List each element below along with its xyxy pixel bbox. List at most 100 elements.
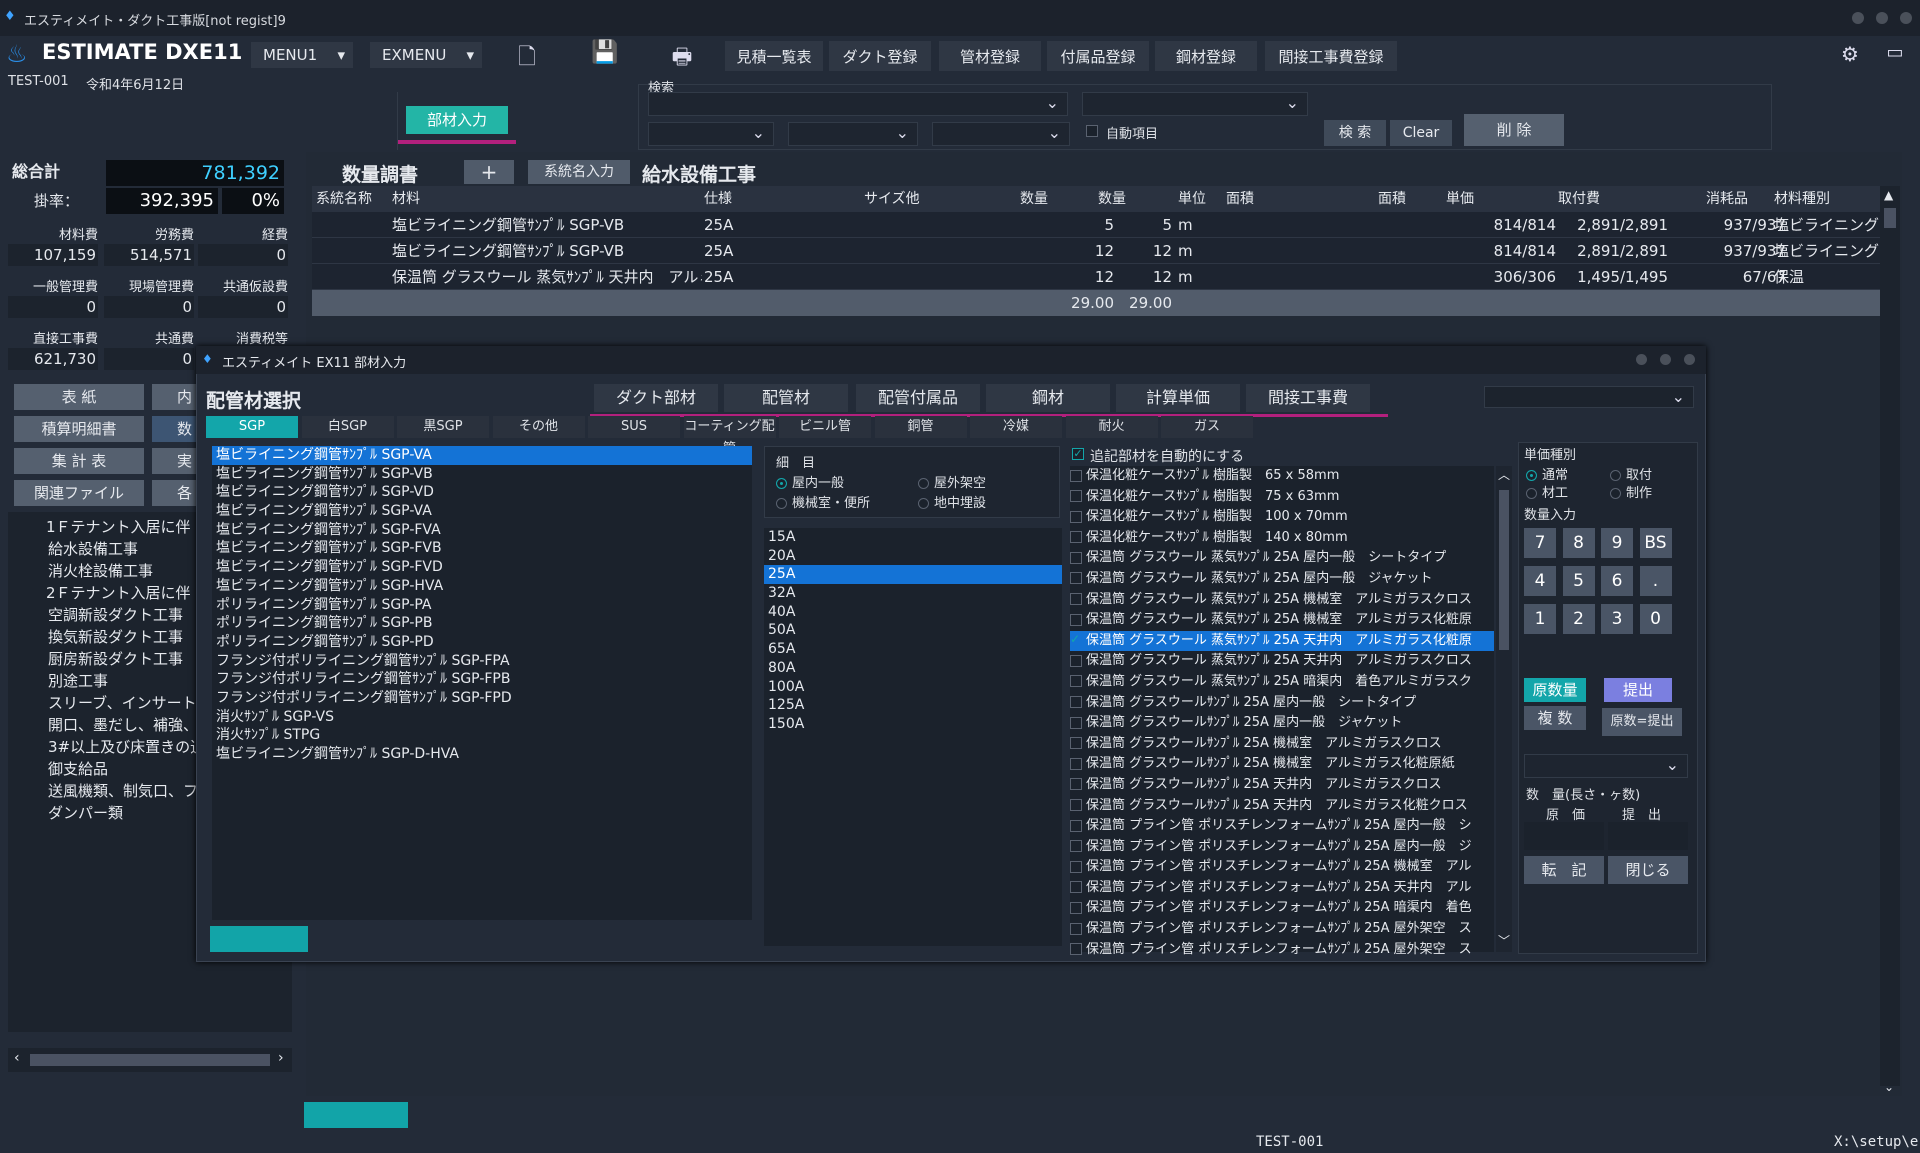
dialog-maximize-button[interactable] — [1660, 354, 1671, 365]
orig-qty-input[interactable] — [1524, 822, 1604, 850]
buhin-input-button[interactable]: 部材入力 — [406, 106, 508, 134]
material-item[interactable]: 塩ビライニング鋼管ｻﾝﾌﾟﾙ SGP-VD — [212, 483, 752, 502]
column-header[interactable]: 取付費 — [1558, 186, 1668, 212]
accessory-checkbox[interactable] — [1070, 551, 1082, 564]
detail-radio-indoor[interactable] — [776, 478, 787, 489]
keypad-key[interactable]: 2 — [1562, 604, 1595, 634]
maximize-button[interactable] — [1876, 12, 1888, 24]
accessory-checkbox[interactable] — [1070, 943, 1082, 956]
price-radio-normal[interactable] — [1526, 470, 1537, 481]
material-item[interactable]: 塩ビライニング鋼管ｻﾝﾌﾟﾙ SGP-VA — [212, 446, 752, 465]
scroll-down-icon[interactable]: ⌄ — [1884, 1080, 1894, 1094]
accessory-checkbox[interactable]: ✓ — [1070, 633, 1082, 646]
pipe-subtab[interactable]: SGP — [206, 416, 298, 438]
accessory-item[interactable]: 保温筒 グラスウールｻﾝﾌﾟﾙ 25A 機械室 アルミガラス化粧原紙 — [1070, 754, 1494, 775]
scroll-left-icon[interactable]: ‹ — [14, 1050, 20, 1066]
search-field-1[interactable] — [648, 92, 1068, 116]
accessory-checkbox[interactable] — [1070, 901, 1082, 914]
save-icon[interactable]: 💾 — [590, 40, 620, 65]
search-button[interactable]: 検 索 — [1324, 120, 1386, 146]
pipe-subtab[interactable]: ビニル管 — [779, 416, 871, 438]
close-dialog-button[interactable]: 閉じる — [1608, 856, 1688, 884]
material-item[interactable]: 塩ビライニング鋼管ｻﾝﾌﾟﾙ SGP-D-HVA — [212, 745, 752, 764]
accessory-item[interactable]: 保温筒 プライン管 ポリスチレンフォームｻﾝﾌﾟﾙ 25A 暗渠内 着色 — [1070, 898, 1494, 919]
material-item[interactable]: 塩ビライニング鋼管ｻﾝﾌﾟﾙ SGP-FVA — [212, 521, 752, 540]
tree-item[interactable]: 1Ｆテナント入居に伴 — [28, 516, 198, 538]
side-button-secondary[interactable]: 数 — [152, 416, 196, 442]
accessory-checkbox[interactable] — [1070, 778, 1082, 791]
size-item[interactable]: 125A — [764, 696, 1062, 715]
accessory-checkbox[interactable] — [1070, 654, 1082, 667]
keypad-key[interactable]: 0 — [1639, 604, 1672, 634]
scroll-right-icon[interactable]: › — [278, 1050, 284, 1066]
accessory-checkbox[interactable] — [1070, 881, 1082, 894]
accessory-checkbox[interactable] — [1070, 510, 1082, 523]
tree-item[interactable]: 給水設備工事 — [28, 538, 198, 560]
accessory-checkbox[interactable] — [1070, 572, 1082, 585]
accessory-vscroll[interactable]: ︿ ﹀ — [1496, 466, 1512, 952]
accessory-item[interactable]: 保温化粧ケースｻﾝﾌﾟﾙ 樹脂製 65 x 58mm — [1070, 466, 1494, 487]
tree-hscroll[interactable]: ‹ › — [8, 1048, 292, 1072]
column-header[interactable]: 仕様 — [704, 186, 862, 212]
search-field-2[interactable] — [1082, 92, 1308, 116]
column-header[interactable]: 単位 — [1178, 186, 1224, 212]
dialog-tab[interactable]: 間接工事費 — [1246, 384, 1370, 412]
keypad-key[interactable]: . — [1639, 566, 1672, 596]
size-item[interactable]: 25A — [764, 565, 1062, 585]
new-file-icon[interactable]: 🗋 — [512, 40, 542, 78]
accessory-item[interactable]: 保温筒 プライン管 ポリスチレンフォームｻﾝﾌﾟﾙ 25A 屋内一般 ジ — [1070, 837, 1494, 858]
size-item[interactable]: 40A — [764, 603, 1062, 622]
delete-button[interactable]: 削 除 — [1464, 114, 1564, 146]
genryo-equals-button[interactable]: 原数=提出 — [1602, 708, 1682, 736]
price-radio-install[interactable] — [1610, 470, 1621, 481]
search-field-3[interactable] — [648, 122, 774, 146]
size-item[interactable]: 100A — [764, 678, 1062, 697]
price-type-normal[interactable]: 通常 — [1526, 464, 1568, 483]
keypad-key[interactable]: 1 — [1524, 604, 1556, 634]
material-item[interactable]: ポリライニング鋼管ｻﾝﾌﾟﾙ SGP-PA — [212, 596, 752, 615]
accessory-checkbox[interactable] — [1070, 613, 1082, 626]
column-header[interactable]: サイズ他 — [864, 186, 1016, 212]
price-type-install[interactable]: 取付 — [1610, 464, 1652, 483]
side-button[interactable]: 表 紙 — [14, 384, 144, 410]
accessory-checkbox[interactable] — [1070, 799, 1082, 811]
size-item[interactable]: 65A — [764, 640, 1062, 659]
multiple-button[interactable]: 複 数 — [1524, 706, 1586, 730]
duct-register-button[interactable]: ダクト登録 — [828, 40, 932, 72]
accessory-item[interactable]: 保温筒 プライン管 ポリスチレンフォームｻﾝﾌﾟﾙ 25A 屋外架空 ス — [1070, 940, 1494, 961]
accessory-checkbox[interactable] — [1070, 757, 1082, 770]
pipe-subtab[interactable]: 耐火 — [1065, 416, 1158, 438]
side-button[interactable]: 関連ファイル — [14, 480, 144, 506]
genryo-button[interactable]: 原数量 — [1524, 678, 1586, 702]
tree-item[interactable]: 3#以上及び床置きの追 — [28, 736, 198, 758]
steel-register-button[interactable]: 鋼材登録 — [1154, 40, 1258, 72]
material-item[interactable]: 塩ビライニング鋼管ｻﾝﾌﾟﾙ SGP-HVA — [212, 577, 752, 596]
accessory-item[interactable]: 保温筒 グラスウール 蒸気ｻﾝﾌﾟﾙ 25A 天井内 アルミガラスクロス — [1070, 651, 1494, 672]
size-item[interactable]: 20A — [764, 547, 1062, 566]
dialog-dropdown[interactable] — [1484, 386, 1694, 408]
acc-scroll-down-icon[interactable]: ﹀ — [1498, 932, 1510, 949]
side-button-secondary[interactable]: 内 — [152, 384, 196, 410]
accessory-checkbox[interactable] — [1070, 860, 1082, 873]
detail-option-machine-room[interactable]: 機械室・便所 — [776, 492, 870, 511]
accessory-item[interactable]: ✓ 保温筒 グラスウール 蒸気ｻﾝﾌﾟﾙ 25A 天井内 アルミガラス化粧原 — [1070, 630, 1494, 652]
column-header[interactable]: 数量 — [1098, 186, 1172, 212]
keypad-key[interactable]: 8 — [1562, 528, 1595, 558]
material-item[interactable]: 塩ビライニング鋼管ｻﾝﾌﾟﾙ SGP-VB — [212, 465, 752, 484]
size-item[interactable]: 50A — [764, 621, 1062, 640]
table-row[interactable]: 塩ビライニング鋼管ｻﾝﾌﾟﾙ SGP-VB 25A 12 12 m 814/814 2,89… — [312, 238, 1882, 264]
detail-option-outdoor[interactable]: 屋外架空 — [918, 472, 986, 491]
tree-item[interactable]: 空調新設ダクト工事 — [28, 604, 198, 626]
pipe-subtab[interactable]: 冷媒 — [970, 416, 1062, 438]
add-button[interactable]: + — [464, 160, 514, 184]
keypad-key[interactable]: 7 — [1524, 528, 1556, 558]
accessory-checkbox[interactable] — [1070, 716, 1082, 729]
pipe-subtab[interactable]: コーティング配管 — [683, 416, 776, 456]
indirect-cost-register-button[interactable]: 間接工事費登録 — [1264, 40, 1398, 72]
side-button-secondary[interactable]: 実 — [152, 448, 196, 474]
pipe-subtab[interactable]: ガス — [1161, 416, 1253, 438]
keypad-key[interactable]: 9 — [1601, 528, 1633, 558]
accessory-item[interactable]: 保温筒 グラスウールｻﾝﾌﾟﾙ 25A 屋内一般 ジャケット — [1070, 713, 1494, 734]
close-button[interactable] — [1900, 12, 1912, 24]
size-item[interactable]: 15A — [764, 528, 1062, 547]
